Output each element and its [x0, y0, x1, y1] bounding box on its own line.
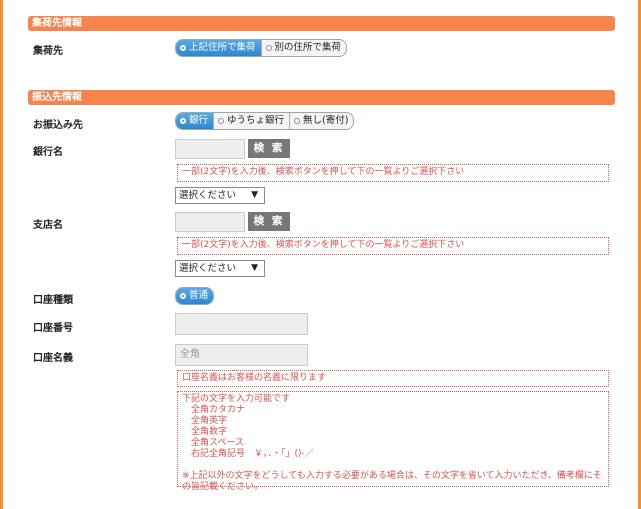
radio-icon	[180, 118, 186, 124]
method-option-yucho[interactable]: ゆうちょ銀行	[214, 113, 291, 129]
account-type-option-ordinary[interactable]: 普通	[176, 288, 214, 304]
bank-name-label: 銀行名	[33, 147, 63, 158]
dropdown-arrow-icon: ▼	[251, 263, 258, 273]
bank-search-note: 一部(2文字)を入力後、検索ボタンを押して下の一覧よりご選択下さい	[177, 164, 609, 182]
pickup-option-other-address[interactable]: 別の住所で集荷	[262, 40, 347, 56]
allowed-characters-note: 下記の文字を入力可能です 全角カタカナ 全角英字 全角数字 全角スペース 右記全…	[177, 391, 609, 492]
form-panel: 集荷先情報 集荷先 上記住所で集荷 別の住所で集荷 振込先情報 お振込み先 銀行…	[0, 0, 641, 509]
radio-icon	[180, 293, 186, 299]
branch-select[interactable]: 選択ください ▼	[175, 260, 265, 277]
pickup-label: 集荷先	[33, 46, 63, 57]
radio-icon	[180, 45, 186, 51]
transfer-method-label: お振込み先	[33, 120, 83, 131]
account-name-label: 口座名義	[33, 353, 73, 364]
account-type-label: 口座種類	[33, 295, 73, 306]
account-number-label: 口座番号	[33, 323, 73, 334]
account-name-note: 口座名義はお客様の名義に限ります	[177, 370, 609, 387]
account-type-radio-group: 普通	[175, 287, 215, 305]
pickup-radio-group: 上記住所で集荷 別の住所で集荷	[175, 39, 348, 57]
account-number-input[interactable]	[175, 313, 308, 335]
branch-name-input[interactable]	[175, 212, 245, 232]
branch-search-button[interactable]: 検 索	[248, 212, 290, 231]
bank-select[interactable]: 選択ください ▼	[175, 187, 265, 204]
left-border	[0, 0, 3, 509]
method-option-donation[interactable]: 無し(寄付)	[290, 113, 353, 129]
bank-name-input[interactable]	[175, 139, 245, 159]
bank-search-button[interactable]: 検 索	[248, 139, 290, 158]
radio-icon	[294, 118, 301, 124]
dropdown-arrow-icon: ▼	[251, 190, 258, 200]
account-name-input[interactable]: 全角	[175, 344, 308, 366]
radio-icon	[265, 45, 272, 51]
branch-search-note: 一部(2文字)を入力後、検索ボタンを押して下の一覧よりご選択下さい	[177, 237, 609, 255]
method-option-bank[interactable]: 銀行	[176, 113, 215, 129]
branch-name-label: 支店名	[33, 220, 63, 231]
radio-icon	[218, 118, 225, 124]
pickup-option-same-address[interactable]: 上記住所で集荷	[176, 40, 262, 56]
pickup-section-header: 集荷先情報	[28, 16, 615, 31]
transfer-method-radio-group: 銀行 ゆうちょ銀行 無し(寄付)	[175, 112, 355, 130]
transfer-section-header: 振込先情報	[28, 90, 615, 105]
